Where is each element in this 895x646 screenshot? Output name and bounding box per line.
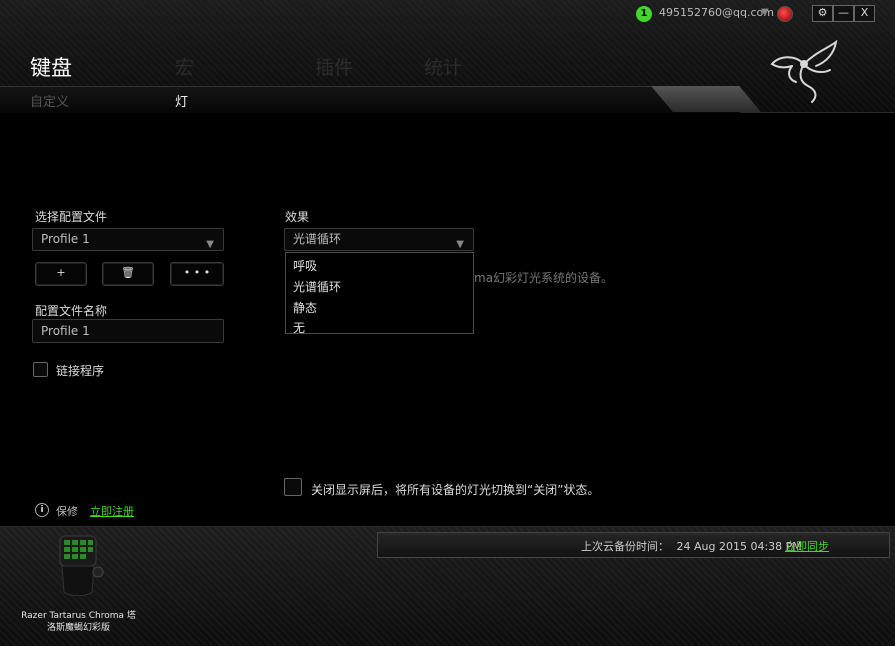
- minimize-button[interactable]: —: [833, 5, 854, 22]
- effect-hint-text: ma幻彩灯光系统的设备。: [474, 271, 614, 285]
- razer-logo-icon: [770, 39, 838, 103]
- sync-now-link[interactable]: 立即同步: [785, 538, 829, 554]
- link-program-label: 链接程序: [56, 364, 105, 378]
- subtab-lighting[interactable]: 灯: [175, 91, 188, 110]
- effect-label: 效果: [285, 210, 310, 224]
- tab-macro[interactable]: 宏: [175, 53, 194, 80]
- effect-dropdown-list: 呼吸 光谱循环 静态 无: [285, 252, 474, 336]
- profile-select-value: Profile 1: [41, 232, 90, 246]
- device-name-line2: 洛斯魔蝎幻彩版: [46, 623, 110, 633]
- profile-name-input[interactable]: [32, 319, 224, 343]
- profile-select[interactable]: Profile 1 ▼: [32, 228, 224, 251]
- tab-stats[interactable]: 统计: [424, 53, 462, 80]
- add-profile-button[interactable]: +: [35, 262, 87, 286]
- display-off-label: 关闭显示屏后，将所有设备的灯光切换到“关闭”状态。: [311, 483, 600, 497]
- display-off-checkbox[interactable]: [284, 478, 302, 496]
- subtab-bar: [0, 86, 740, 113]
- info-icon: i: [35, 503, 49, 517]
- link-program-checkbox[interactable]: [33, 362, 48, 377]
- account-email[interactable]: 495152760@qq.com: [659, 6, 774, 19]
- effect-option-spectrum-cycling[interactable]: 光谱循环: [293, 278, 341, 295]
- effect-select-value: 光谱循环: [293, 232, 342, 246]
- close-button[interactable]: X: [854, 5, 875, 22]
- subtab-custom[interactable]: 自定义: [30, 91, 69, 110]
- effect-option-breathing[interactable]: 呼吸: [293, 257, 317, 274]
- status-icon[interactable]: [777, 6, 793, 22]
- backup-label-text: 上次云备份时间：: [581, 540, 669, 553]
- profile-name-label: 配置文件名称: [35, 304, 108, 318]
- backup-time-value: 24 Aug 2015 04:38 PM: [676, 540, 802, 553]
- device-name[interactable]: Razer Tartarus Chroma 塔 洛斯魔蝎幻彩版: [20, 610, 137, 634]
- account-dropdown-icon[interactable]: ▼: [761, 7, 769, 18]
- chevron-down-icon: ▼: [206, 239, 214, 250]
- settings-button[interactable]: ⚙: [812, 5, 833, 22]
- device-name-line1: Razer Tartarus Chroma 塔: [21, 611, 136, 621]
- more-options-button[interactable]: • • •: [170, 262, 224, 286]
- tab-plugin[interactable]: 插件: [315, 53, 353, 80]
- select-profile-label: 选择配置文件: [35, 210, 108, 224]
- effect-select[interactable]: 光谱循环 ▼: [284, 228, 474, 251]
- warranty-label: 保修: [56, 505, 78, 518]
- register-now-link[interactable]: 立即注册: [90, 503, 134, 519]
- effect-option-none[interactable]: 无: [293, 319, 305, 336]
- notification-badge[interactable]: 1: [636, 6, 652, 22]
- backup-time-label: 上次云备份时间： 24 Aug 2015 04:38 PM: [581, 538, 802, 554]
- tab-keyboard[interactable]: 键盘: [30, 52, 72, 82]
- keypad-device-icon[interactable]: [52, 534, 108, 598]
- effect-option-static[interactable]: 静态: [293, 299, 317, 316]
- delete-profile-button[interactable]: 🗑: [102, 262, 154, 286]
